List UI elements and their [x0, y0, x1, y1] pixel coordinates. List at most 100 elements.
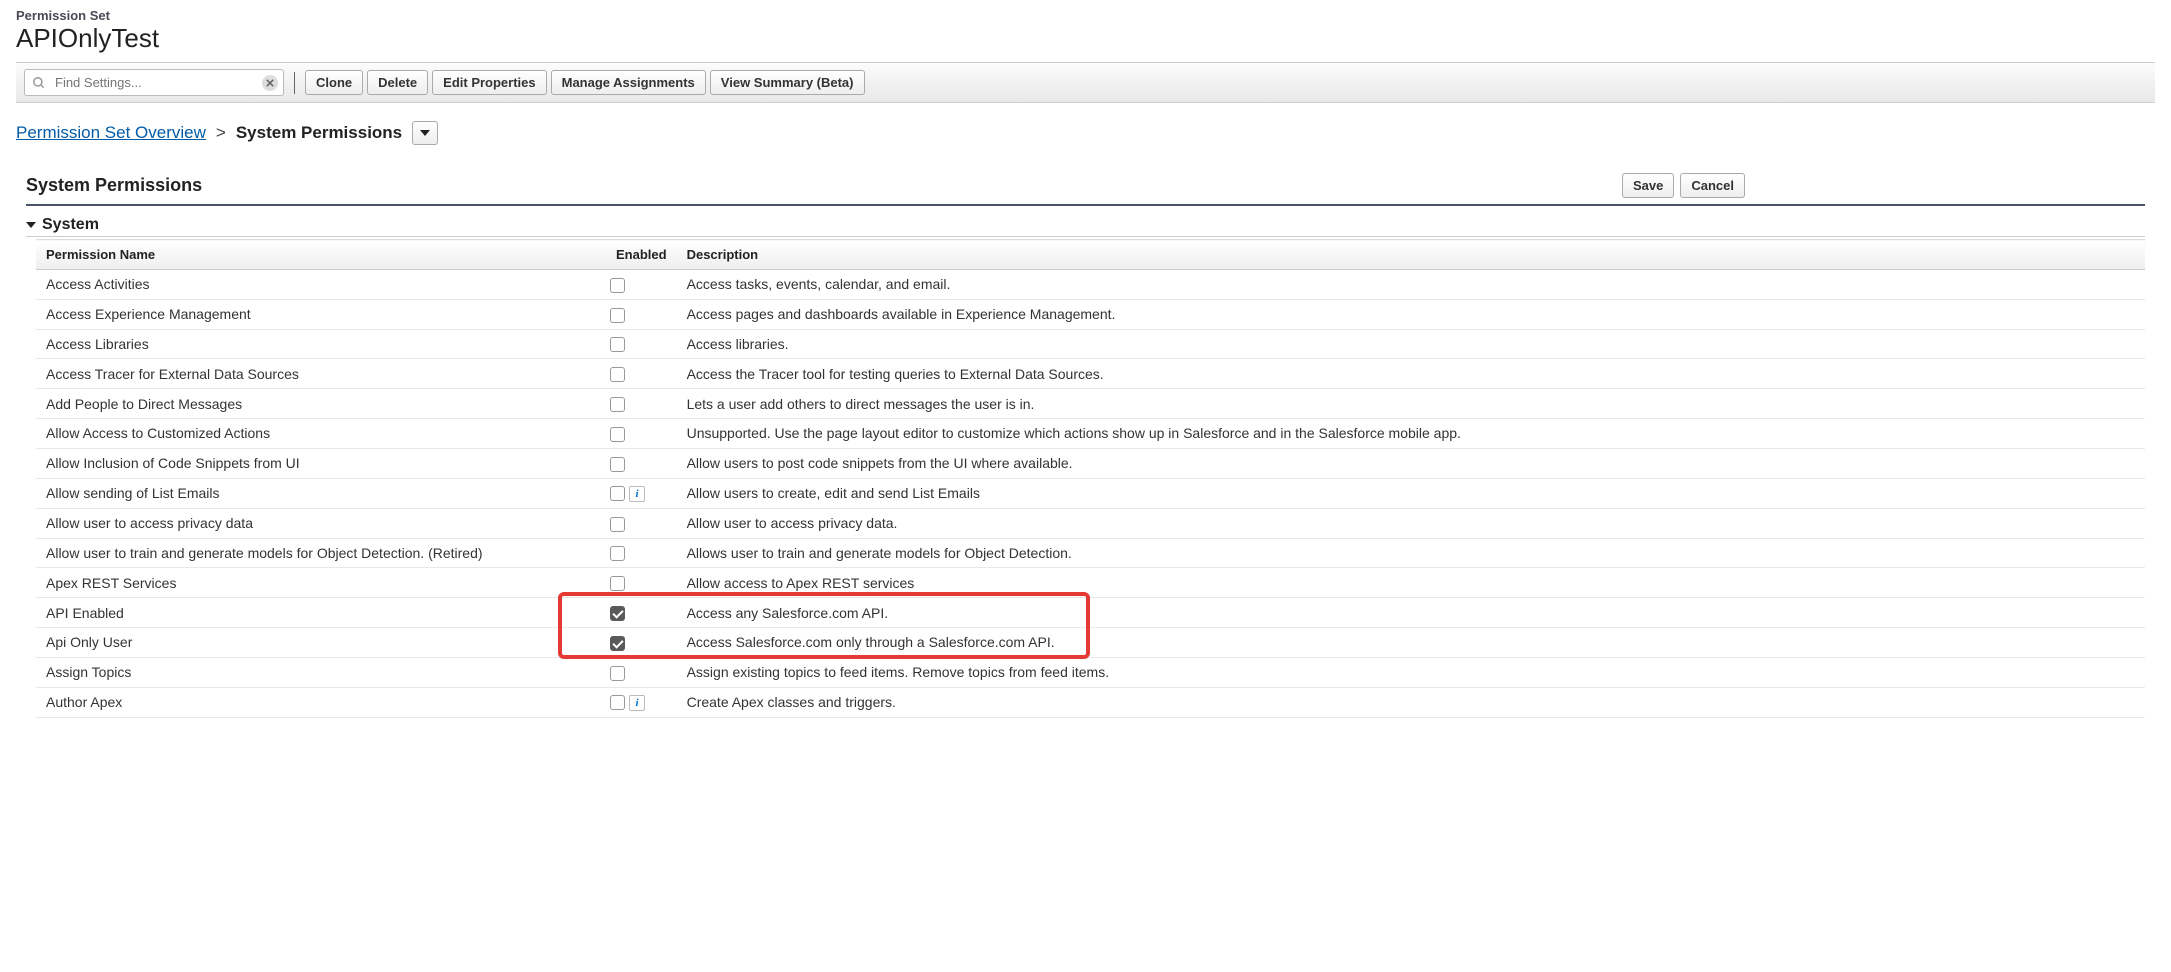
permission-enabled-cell	[606, 270, 677, 300]
permission-checkbox[interactable]	[610, 308, 625, 323]
permission-checkbox[interactable]	[610, 636, 625, 651]
permission-description: Allow users to post code snippets from t…	[677, 448, 2145, 478]
permission-checkbox[interactable]	[610, 576, 625, 591]
permission-enabled-cell	[606, 418, 677, 448]
group-title: System	[42, 216, 99, 234]
permission-enabled-cell	[606, 389, 677, 419]
search-wrapper	[24, 69, 284, 96]
section-actions: Save Cancel	[1622, 173, 1745, 198]
permission-description: Allow user to access privacy data.	[677, 508, 2145, 538]
group-header-system[interactable]: System	[26, 216, 2145, 237]
permission-description: Allow access to Apex REST services	[677, 568, 2145, 598]
page-subtitle: Permission Set	[16, 8, 2155, 23]
permission-name: Apex REST Services	[36, 568, 606, 598]
permission-checkbox[interactable]	[610, 486, 625, 501]
permission-description: Access libraries.	[677, 329, 2145, 359]
manage-assignments-button[interactable]: Manage Assignments	[551, 70, 706, 95]
permission-checkbox[interactable]	[610, 695, 625, 710]
permission-checkbox[interactable]	[610, 397, 625, 412]
clone-button[interactable]: Clone	[305, 70, 363, 95]
permission-name: Add People to Direct Messages	[36, 389, 606, 419]
table-row: Allow user to train and generate models …	[36, 538, 2145, 568]
permission-enabled-cell	[606, 628, 677, 658]
table-row: Assign Topics Assign existing topics to f…	[36, 657, 2145, 687]
table-row: Api Only User Access Salesforce.com only …	[36, 628, 2145, 658]
permission-name: Allow user to train and generate models …	[36, 538, 606, 568]
breadcrumb-current: System Permissions	[236, 123, 402, 143]
permission-description: Unsupported. Use the page layout editor …	[677, 418, 2145, 448]
permission-name: Assign Topics	[36, 657, 606, 687]
table-row: Allow Access to Customized Actions Unsupp…	[36, 418, 2145, 448]
info-icon[interactable]: i	[629, 486, 645, 502]
table-row: Apex REST Services Allow access to Apex R…	[36, 568, 2145, 598]
table-header-row: Permission Name Enabled Description	[36, 240, 2145, 270]
breadcrumb-link-overview[interactable]: Permission Set Overview	[16, 123, 206, 143]
permission-description: Allow users to create, edit and send Lis…	[677, 478, 2145, 508]
table-row: Allow user to access privacy data Allow u…	[36, 508, 2145, 538]
section-title: System Permissions	[26, 175, 202, 196]
save-button[interactable]: Save	[1622, 173, 1674, 198]
table-row: Author Apex i Create Apex classes and trig…	[36, 687, 2145, 717]
permission-enabled-cell	[606, 329, 677, 359]
permission-description: Access tasks, events, calendar, and emai…	[677, 270, 2145, 300]
permission-name: Allow Access to Customized Actions	[36, 418, 606, 448]
permission-name: Access Experience Management	[36, 299, 606, 329]
permission-enabled-cell	[606, 508, 677, 538]
permission-name: API Enabled	[36, 598, 606, 628]
permission-enabled-cell	[606, 359, 677, 389]
permission-checkbox[interactable]	[610, 606, 625, 621]
view-summary-button[interactable]: View Summary (Beta)	[710, 70, 865, 95]
permission-checkbox[interactable]	[610, 666, 625, 681]
permission-enabled-cell	[606, 448, 677, 478]
permission-checkbox[interactable]	[610, 278, 625, 293]
section-header: System Permissions Save Cancel	[26, 173, 2145, 206]
permission-name: Allow user to access privacy data	[36, 508, 606, 538]
permission-description: Access Salesforce.com only through a Sal…	[677, 628, 2145, 658]
col-header-name: Permission Name	[36, 240, 606, 270]
permission-name: Allow sending of List Emails	[36, 478, 606, 508]
page-title: APIOnlyTest	[16, 23, 2155, 54]
permission-checkbox[interactable]	[610, 457, 625, 472]
permission-description: Access the Tracer tool for testing queri…	[677, 359, 2145, 389]
delete-button[interactable]: Delete	[367, 70, 428, 95]
permission-description: Assign existing topics to feed items. Re…	[677, 657, 2145, 687]
permissions-table: Permission Name Enabled Description Acce…	[36, 239, 2145, 718]
page-header: Permission Set APIOnlyTest	[16, 8, 2155, 54]
permission-enabled-cell	[606, 598, 677, 628]
permission-description: Access any Salesforce.com API.	[677, 598, 2145, 628]
search-input[interactable]	[24, 69, 284, 96]
permission-name: Author Apex	[36, 687, 606, 717]
permission-enabled-cell	[606, 538, 677, 568]
permission-checkbox[interactable]	[610, 337, 625, 352]
col-header-enabled: Enabled	[606, 240, 677, 270]
toolbar: Clone Delete Edit Properties Manage Assi…	[16, 62, 2155, 103]
permission-name: Api Only User	[36, 628, 606, 658]
permission-enabled-cell	[606, 657, 677, 687]
table-row: Access Tracer for External Data SourcesA…	[36, 359, 2145, 389]
info-icon[interactable]: i	[629, 695, 645, 711]
permission-checkbox[interactable]	[610, 427, 625, 442]
cancel-button[interactable]: Cancel	[1680, 173, 1745, 198]
permission-enabled-cell: i	[606, 478, 677, 508]
permission-description: Lets a user add others to direct message…	[677, 389, 2145, 419]
permission-description: Allows user to train and generate models…	[677, 538, 2145, 568]
clear-search-icon[interactable]	[262, 75, 278, 91]
permission-description: Access pages and dashboards available in…	[677, 299, 2145, 329]
table-row: Access LibrariesAccess libraries.	[36, 329, 2145, 359]
search-icon	[32, 76, 46, 90]
collapse-icon	[26, 220, 36, 230]
table-row: Allow Inclusion of Code Snippets from UI…	[36, 448, 2145, 478]
permission-checkbox[interactable]	[610, 546, 625, 561]
toolbar-divider	[294, 72, 295, 94]
table-row: Access Experience Management Access pages…	[36, 299, 2145, 329]
permission-checkbox[interactable]	[610, 517, 625, 532]
permission-checkbox[interactable]	[610, 367, 625, 382]
table-row: Access ActivitiesAccess tasks, events, c…	[36, 270, 2145, 300]
breadcrumb-separator: >	[216, 123, 226, 143]
table-row: API Enabled Access any Salesforce.com API…	[36, 598, 2145, 628]
col-header-description: Description	[677, 240, 2145, 270]
breadcrumb-dropdown-button[interactable]	[412, 121, 438, 145]
edit-properties-button[interactable]: Edit Properties	[432, 70, 546, 95]
permission-description: Create Apex classes and triggers.	[677, 687, 2145, 717]
permission-name: Allow Inclusion of Code Snippets from UI	[36, 448, 606, 478]
